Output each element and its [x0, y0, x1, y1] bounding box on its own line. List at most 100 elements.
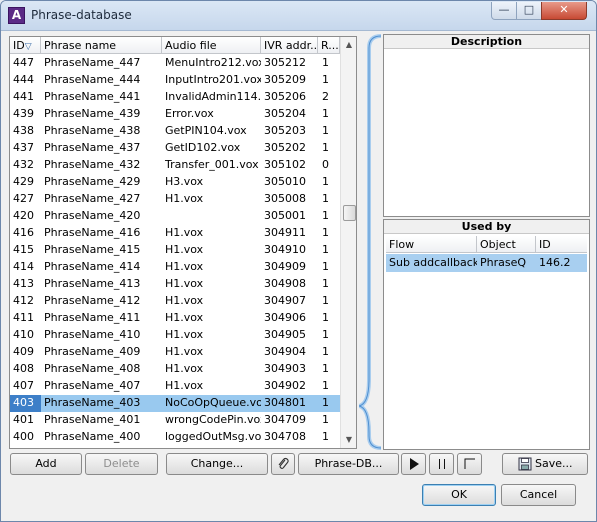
table-row[interactable]: 400 PhraseName_400 loggedOutMsg.vox 304708 1	[10, 429, 340, 446]
description-header: Description	[384, 35, 589, 49]
sort-descending-icon: ▽	[24, 42, 32, 52]
cell-id: 407	[13, 379, 34, 392]
table-row[interactable]: 403 PhraseName_403 NoCoOpQueue.vox 304801 1	[10, 395, 340, 412]
minimize-button[interactable]: —	[491, 2, 517, 20]
column-header-flow[interactable]: Flow	[386, 236, 477, 253]
cell-phrase-name: PhraseName_410	[44, 328, 141, 341]
cell-id: 438	[13, 124, 34, 137]
cell-phrase-name: PhraseName_400	[44, 430, 141, 443]
cell-audio-file: GetID102.vox	[165, 141, 241, 154]
cell-id: 420	[13, 209, 34, 222]
delete-button[interactable]: Delete	[85, 453, 158, 475]
table-row[interactable]: 409 PhraseName_409 H1.vox 304904 1	[10, 344, 340, 361]
scrollbar-thumb[interactable]	[343, 205, 356, 221]
pause-icon	[438, 459, 445, 469]
cell-ivr-address: 304910	[264, 243, 306, 256]
cell-audio-file: MenuIntro212.vox	[165, 56, 261, 69]
cell-ivr-address: 305209	[264, 73, 306, 86]
save-disk-icon	[518, 457, 531, 471]
ok-button[interactable]: OK	[422, 484, 496, 506]
table-row[interactable]: 438 PhraseName_438 GetPIN104.vox 305203 1	[10, 123, 340, 140]
cell-id: 444	[13, 73, 34, 86]
scroll-down-arrow-icon[interactable]: ▼	[341, 432, 356, 448]
attach-button[interactable]	[271, 453, 295, 475]
close-button[interactable]: ✕	[541, 2, 587, 20]
table-row[interactable]: 415 PhraseName_415 H1.vox 304910 1	[10, 242, 340, 259]
cell-phrase-name: PhraseName_408	[44, 362, 141, 375]
cell-r: 1	[322, 362, 329, 375]
table-row[interactable]: 432 PhraseName_432 Transfer_001.vox 305102 0	[10, 157, 340, 174]
cell-id: 409	[13, 345, 34, 358]
cell-r: 1	[322, 209, 329, 222]
pause-button[interactable]	[429, 453, 454, 475]
column-header-r[interactable]: R...	[318, 37, 340, 54]
cell-audio-file: H1.vox	[165, 311, 204, 324]
scroll-up-arrow-icon[interactable]: ▲	[341, 37, 356, 53]
table-row[interactable]: 441 PhraseName_441 InvalidAdmin114... 30520…	[10, 89, 340, 106]
used-by-header: Used by	[384, 220, 589, 234]
cell-r: 1	[322, 192, 329, 205]
maximize-button[interactable]: □	[516, 2, 542, 20]
table-row[interactable]: 447 PhraseName_447 MenuIntro212.vox 305212 1	[10, 55, 340, 72]
cell-r: 1	[322, 73, 329, 86]
cell-ivr-address: 304908	[264, 277, 306, 290]
table-row[interactable]: 413 PhraseName_413 H1.vox 304908 1	[10, 276, 340, 293]
table-row[interactable]: 429 PhraseName_429 H3.vox 305010 1	[10, 174, 340, 191]
cell-ivr-address: 304902	[264, 379, 306, 392]
cell-phrase-name: PhraseName_429	[44, 175, 141, 188]
phrase-table: ID▽ Phrase name Audio file IVR addr... R…	[9, 36, 357, 449]
cell-ivr-address: 305010	[264, 175, 306, 188]
selection-connector-bracket	[359, 34, 382, 450]
column-header-object[interactable]: Object	[477, 236, 536, 253]
cell-id: 447	[13, 56, 34, 69]
cell-id: 411	[13, 311, 34, 324]
cell-phrase-name: PhraseName_403	[44, 396, 141, 409]
table-row[interactable]: 437 PhraseName_437 GetID102.vox 305202 1	[10, 140, 340, 157]
cell-audio-file: Transfer_001.vox	[165, 158, 259, 171]
play-button[interactable]	[401, 453, 426, 475]
used-by-table-header: Flow Object ID	[386, 236, 587, 253]
description-text-area[interactable]	[384, 49, 589, 215]
cell-id: 408	[13, 362, 34, 375]
table-row[interactable]: 408 PhraseName_408 H1.vox 304903 1	[10, 361, 340, 378]
cell-r: 1	[322, 277, 329, 290]
change-button[interactable]: Change...	[166, 453, 268, 475]
table-row[interactable]: 407 PhraseName_407 H1.vox 304902 1	[10, 378, 340, 395]
table-row[interactable]: 444 PhraseName_444 InputIntro201.vox 305209…	[10, 72, 340, 89]
table-row[interactable]: 411 PhraseName_411 H1.vox 304906 1	[10, 310, 340, 327]
table-row[interactable]: 410 PhraseName_410 H1.vox 304905 1	[10, 327, 340, 344]
used-by-id-cell: 146.2	[539, 256, 571, 269]
table-row[interactable]: 416 PhraseName_416 H1.vox 304911 1	[10, 225, 340, 242]
cell-audio-file: H1.vox	[165, 379, 204, 392]
table-row[interactable]: 439 PhraseName_439 Error.vox 305204 1	[10, 106, 340, 123]
table-vertical-scrollbar[interactable]: ▲ ▼	[340, 37, 356, 448]
column-header-usedby-id[interactable]: ID	[536, 236, 587, 253]
save-button-label: Save...	[535, 457, 573, 470]
column-header-id[interactable]: ID▽	[10, 37, 41, 54]
used-by-row[interactable]: Sub addcallback... PhraseQ 146.2	[386, 254, 587, 272]
cell-id: 401	[13, 413, 34, 426]
add-button[interactable]: Add	[10, 453, 82, 475]
column-header-phrase-name[interactable]: Phrase name	[41, 37, 162, 54]
cell-audio-file: H3.vox	[165, 175, 204, 188]
phrase-db-button[interactable]: Phrase-DB...	[298, 453, 399, 475]
cell-r: 1	[322, 345, 329, 358]
table-row[interactable]: 427 PhraseName_427 H1.vox 305008 1	[10, 191, 340, 208]
table-row[interactable]: 414 PhraseName_414 H1.vox 304909 1	[10, 259, 340, 276]
cell-id: 414	[13, 260, 34, 273]
cell-phrase-name: PhraseName_447	[44, 56, 141, 69]
save-button[interactable]: Save...	[502, 453, 588, 475]
column-header-ivr-address[interactable]: IVR addr...	[261, 37, 318, 54]
table-row[interactable]: 412 PhraseName_412 H1.vox 304907 1	[10, 293, 340, 310]
cancel-button[interactable]: Cancel	[501, 484, 576, 506]
cell-id: 432	[13, 158, 34, 171]
column-header-audio-file[interactable]: Audio file	[162, 37, 261, 54]
cell-audio-file: NoCoOpQueue.vox	[165, 396, 261, 409]
cell-audio-file: H1.vox	[165, 328, 204, 341]
stop-button[interactable]	[457, 453, 482, 475]
cell-phrase-name: PhraseName_427	[44, 192, 141, 205]
cell-id: 429	[13, 175, 34, 188]
cell-id: 413	[13, 277, 34, 290]
table-row[interactable]: 401 PhraseName_401 wrongCodePin.vox 304709 1	[10, 412, 340, 429]
table-row[interactable]: 420 PhraseName_420 305001 1	[10, 208, 340, 225]
